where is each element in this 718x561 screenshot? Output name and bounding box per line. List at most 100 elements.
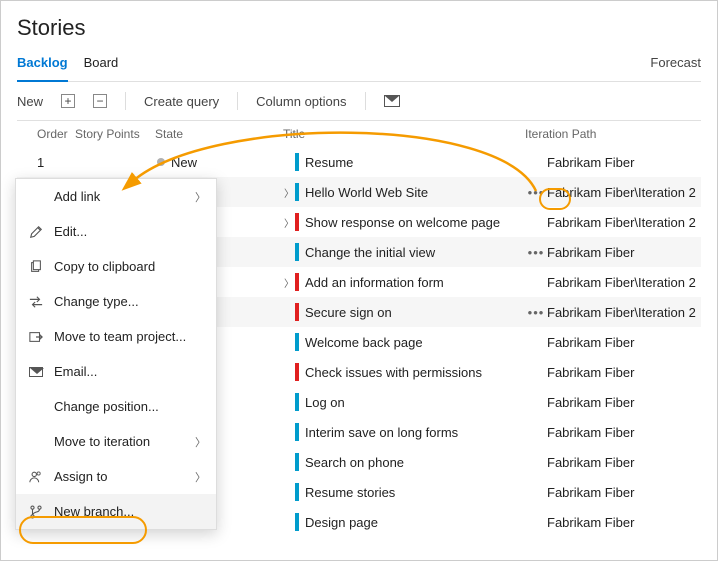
title-text: Welcome back page [305, 335, 423, 350]
workitem-color-bar [295, 483, 299, 501]
row-more-button[interactable]: ••• [525, 185, 547, 200]
mail-icon [384, 95, 400, 107]
title-text: Log on [305, 395, 345, 410]
menu-move-iteration[interactable]: Move to iteration 〉 [16, 424, 216, 459]
menu-label: Move to iteration [54, 434, 185, 449]
chevron-right-icon: 〉 [195, 189, 206, 205]
cell-title[interactable]: Design page [275, 513, 525, 531]
col-story-points[interactable]: Story Points [75, 127, 155, 141]
expand-button[interactable]: + [61, 94, 75, 108]
title-text: Search on phone [305, 455, 404, 470]
forecast-toggle[interactable]: Forecast [650, 51, 701, 81]
cell-iteration: Fabrikam Fiber [547, 455, 701, 470]
cell-iteration: Fabrikam Fiber [547, 515, 701, 530]
mail-icon [28, 367, 44, 377]
state-text: New [171, 155, 197, 170]
copy-icon [28, 260, 44, 274]
menu-change-position[interactable]: Change position... [16, 389, 216, 424]
workitem-color-bar [295, 513, 299, 531]
minus-icon: − [93, 94, 107, 108]
new-button[interactable]: New [17, 94, 43, 109]
chevron-right-icon[interactable]: 〉 [283, 275, 295, 290]
cell-title[interactable]: Resume [275, 153, 525, 171]
workitem-color-bar [295, 333, 299, 351]
title-text: Change the initial view [305, 245, 435, 260]
cell-title[interactable]: Search on phone [275, 453, 525, 471]
table-row[interactable]: 1NewResumeFabrikam Fiber [17, 147, 701, 177]
cell-title[interactable]: 〉 Add an information form [275, 273, 525, 291]
swap-icon [28, 296, 44, 308]
workitem-color-bar [295, 243, 299, 261]
cell-title[interactable]: Resume stories [275, 483, 525, 501]
cell-iteration: Fabrikam Fiber [547, 425, 701, 440]
person-icon [28, 470, 44, 484]
workitem-color-bar [295, 303, 299, 321]
col-order[interactable]: Order [17, 127, 75, 141]
col-iteration[interactable]: Iteration Path [525, 127, 701, 141]
state-dot-icon [157, 158, 165, 166]
cell-iteration: Fabrikam Fiber [547, 155, 701, 170]
cell-title[interactable]: Change the initial view [275, 243, 525, 261]
cell-state: New [155, 155, 275, 170]
pencil-icon [28, 225, 44, 239]
menu-label: Email... [54, 364, 206, 379]
menu-label: Copy to clipboard [54, 259, 206, 274]
create-query-button[interactable]: Create query [144, 94, 219, 109]
cell-title[interactable]: 〉Show response on welcome page [275, 213, 525, 231]
tab-board[interactable]: Board [84, 51, 119, 81]
move-icon [28, 330, 44, 344]
cell-title[interactable]: Check issues with permissions [275, 363, 525, 381]
email-button[interactable] [384, 95, 400, 107]
cell-iteration: Fabrikam Fiber [547, 395, 701, 410]
branch-icon [28, 505, 44, 519]
menu-email[interactable]: Email... [16, 354, 216, 389]
cell-title[interactable]: Secure sign on [275, 303, 525, 321]
new-button-label: New [17, 94, 43, 109]
workitem-color-bar [295, 183, 299, 201]
workitem-color-bar [295, 213, 299, 231]
separator [237, 92, 238, 110]
menu-change-type[interactable]: Change type... [16, 284, 216, 319]
separator [125, 92, 126, 110]
chevron-right-icon: 〉 [195, 469, 206, 485]
title-text: Resume stories [305, 485, 395, 500]
title-text: Resume [305, 155, 353, 170]
chevron-right-icon: 〉 [195, 434, 206, 450]
workitem-color-bar [295, 453, 299, 471]
cell-iteration: Fabrikam Fiber\Iteration 2 [547, 185, 701, 200]
column-options-button[interactable]: Column options [256, 94, 346, 109]
cell-iteration: Fabrikam Fiber [547, 365, 701, 380]
title-text: Add an information form [305, 275, 444, 290]
menu-label: New branch... [54, 504, 206, 519]
workitem-color-bar [295, 363, 299, 381]
cell-title[interactable]: Interim save on long forms [275, 423, 525, 441]
title-text: Secure sign on [305, 305, 392, 320]
menu-add-link[interactable]: Add link 〉 [16, 179, 216, 214]
cell-title[interactable]: Welcome back page [275, 333, 525, 351]
menu-new-branch[interactable]: New branch... [16, 494, 216, 529]
menu-assign-to[interactable]: Assign to 〉 [16, 459, 216, 494]
tab-backlog[interactable]: Backlog [17, 51, 68, 82]
cell-title[interactable]: 〉Hello World Web Site [275, 183, 525, 201]
row-more-button[interactable]: ••• [525, 245, 547, 260]
column-headers: Order Story Points State Title Iteration… [17, 121, 701, 147]
menu-copy[interactable]: Copy to clipboard [16, 249, 216, 284]
menu-move-team[interactable]: Move to team project... [16, 319, 216, 354]
col-title[interactable]: Title [275, 127, 525, 141]
plus-icon: + [61, 94, 75, 108]
col-state[interactable]: State [155, 127, 275, 141]
workitem-color-bar [295, 273, 299, 291]
cell-title[interactable]: Log on [275, 393, 525, 411]
title-text: Interim save on long forms [305, 425, 458, 440]
cell-iteration: Fabrikam Fiber [547, 485, 701, 500]
chevron-right-icon[interactable]: 〉 [283, 185, 295, 200]
chevron-right-icon[interactable]: 〉 [283, 215, 295, 230]
row-more-button[interactable]: ••• [525, 305, 547, 320]
workitem-color-bar [295, 153, 299, 171]
menu-label: Change position... [54, 399, 206, 414]
collapse-button[interactable]: − [93, 94, 107, 108]
workitem-color-bar [295, 393, 299, 411]
cell-iteration: Fabrikam Fiber [547, 245, 701, 260]
menu-edit[interactable]: Edit... [16, 214, 216, 249]
menu-label: Change type... [54, 294, 206, 309]
